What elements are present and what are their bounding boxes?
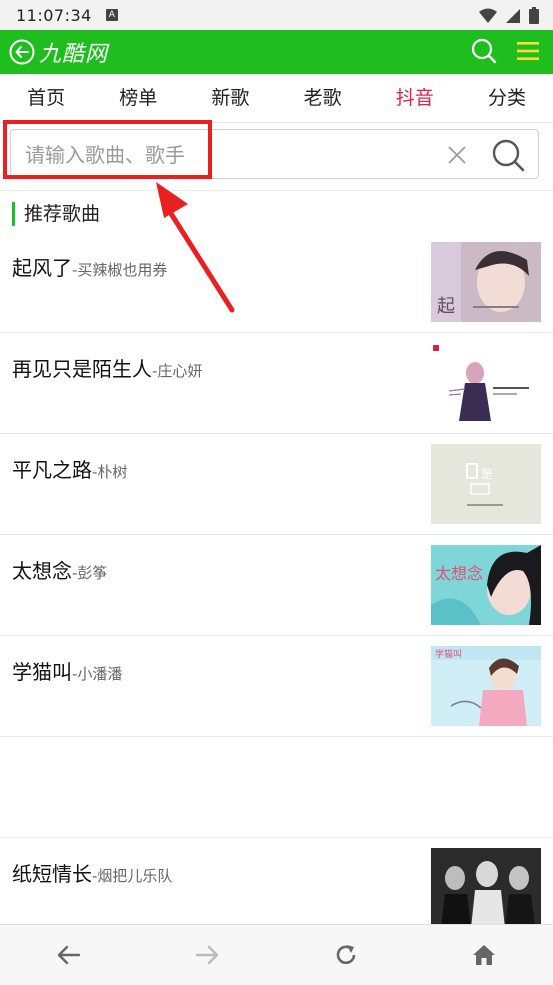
tab-new-songs[interactable]: 新歌 <box>184 74 276 122</box>
album-cover: 太想念 <box>431 545 541 625</box>
refresh-icon <box>336 945 355 965</box>
song-artist: -庄心妍 <box>152 362 203 380</box>
wifi-icon <box>479 8 497 23</box>
menu-icon[interactable] <box>517 41 539 61</box>
tab-old-songs[interactable]: 老歌 <box>277 74 369 122</box>
category-tabs: 首页 榜单 新歌 老歌 抖音 分类 <box>0 74 553 123</box>
back-button[interactable] <box>0 925 138 985</box>
search-input[interactable] <box>23 138 407 172</box>
tab-home[interactable]: 首页 <box>0 74 92 122</box>
tab-charts[interactable]: 榜单 <box>92 74 184 122</box>
cover-text: 是 <box>481 467 493 481</box>
list-item[interactable]: 再见只是陌生人-庄心妍 <box>0 333 553 434</box>
song-title: 平凡之路 <box>12 458 92 482</box>
status-bar: 11:07:34 A <box>0 0 553 30</box>
forward-arrow-icon <box>196 945 219 965</box>
cover-calligraphy: 起 <box>437 296 455 317</box>
tab-categories[interactable]: 分类 <box>461 74 553 122</box>
song-title: 纸短情长 <box>12 862 92 886</box>
album-cover: 是 <box>431 444 541 524</box>
album-cover <box>431 848 541 928</box>
song-title: 太想念 <box>12 559 72 583</box>
section-title: 推荐歌曲 <box>12 202 100 226</box>
forward-button[interactable] <box>138 925 276 985</box>
status-time: 11:07:34 <box>16 5 92 25</box>
app-bar: 九酷网 <box>0 30 553 74</box>
home-icon <box>472 945 495 965</box>
divider <box>0 190 553 191</box>
song-list: 起风了-买辣椒也用券 起 再见只是陌生人-庄心妍 平凡之路-朴树 是 太想念-彭… <box>0 232 553 939</box>
bottom-nav-bar <box>0 924 553 985</box>
refresh-button[interactable] <box>277 925 415 985</box>
list-item[interactable]: 学猫叫-小潘潘 学猫叫 <box>0 636 553 737</box>
back-icon[interactable] <box>9 39 35 65</box>
song-title: 学猫叫 <box>12 660 72 684</box>
list-item[interactable]: 太想念-彭筝 太想念 <box>0 535 553 636</box>
app-title: 九酷网 <box>39 42 109 67</box>
back-arrow-icon <box>57 945 81 965</box>
status-icons <box>479 7 539 24</box>
list-item[interactable]: 起风了-买辣椒也用券 起 <box>0 232 553 333</box>
album-cover: 起 <box>431 242 541 322</box>
album-cover: 学猫叫 <box>431 646 541 726</box>
battery-icon <box>529 7 539 24</box>
list-item-empty <box>0 737 553 838</box>
tab-douyin[interactable]: 抖音 <box>369 74 461 122</box>
song-title: 起风了 <box>12 256 72 280</box>
notification-badge: A <box>105 9 118 21</box>
search-button[interactable] <box>491 138 525 172</box>
song-artist: -朴树 <box>92 463 128 481</box>
list-item[interactable]: 平凡之路-朴树 是 <box>0 434 553 535</box>
cover-text: 太想念 <box>435 564 483 583</box>
search-icon[interactable] <box>471 38 497 64</box>
cover-text: 学猫叫 <box>435 648 462 660</box>
song-artist: -买辣椒也用券 <box>72 261 168 279</box>
signal-icon <box>506 8 520 23</box>
song-artist: -小潘潘 <box>72 665 123 683</box>
home-button[interactable] <box>415 925 553 985</box>
search-box <box>10 129 539 179</box>
song-title: 再见只是陌生人 <box>12 357 152 381</box>
clear-icon[interactable] <box>446 144 468 166</box>
album-cover <box>431 343 541 423</box>
song-artist: -烟把儿乐队 <box>92 867 173 885</box>
song-artist: -彭筝 <box>72 564 108 582</box>
